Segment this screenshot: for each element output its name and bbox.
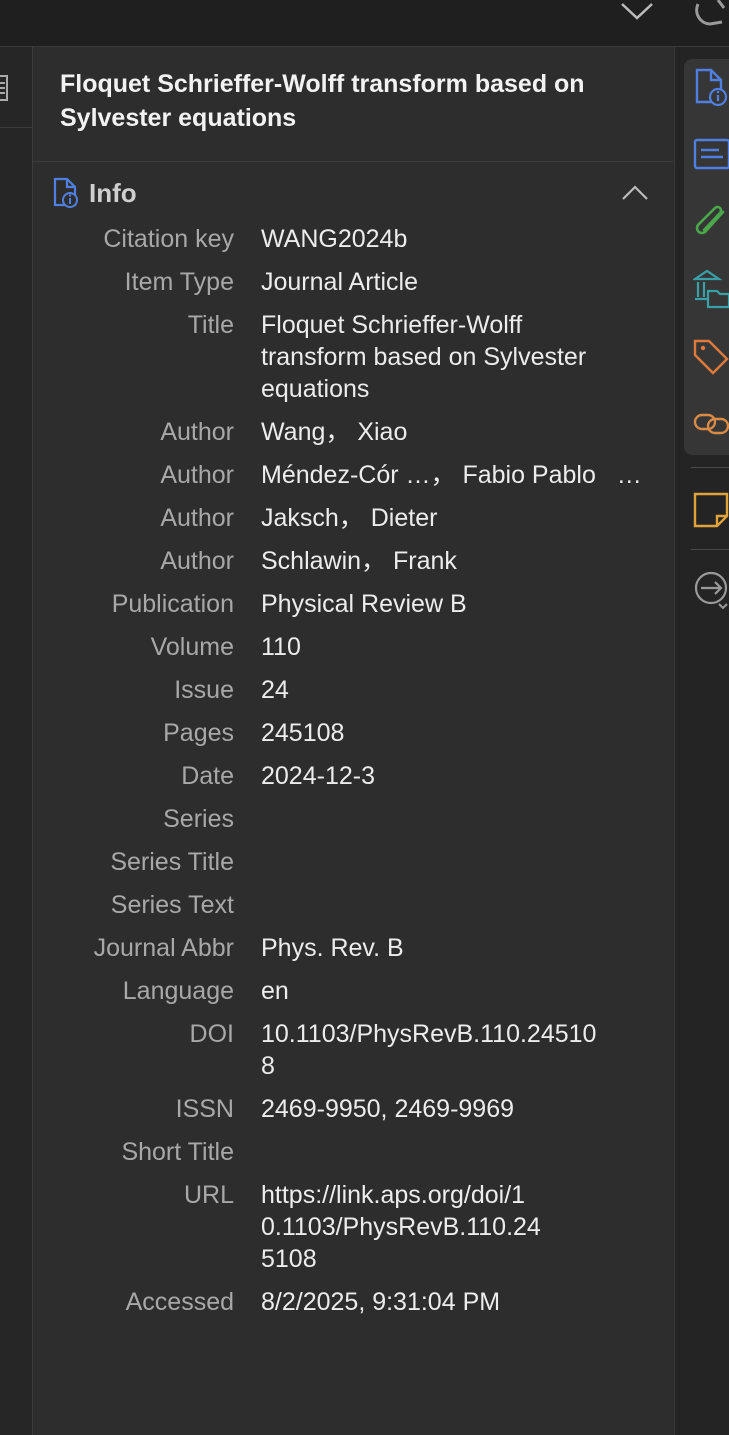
field-row-series-title: Series Title [33, 846, 673, 878]
item-header: Floquet Schrieffer-Wolff transform based… [33, 47, 673, 162]
sidenav-divider [691, 549, 729, 550]
field-row-citation-key: Citation key WANG2024b [33, 223, 673, 255]
field-row-author: Author Jaksch， Dieter [33, 502, 673, 534]
item-title-header[interactable]: Floquet Schrieffer-Wolff transform based… [60, 67, 650, 135]
field-label[interactable]: Author [33, 416, 234, 448]
field-value[interactable]: 2469-9950, 2469-9969 [261, 1093, 651, 1125]
field-row-accessed: Accessed 8/2/2025, 9:31:04 PM [33, 1286, 673, 1318]
field-value[interactable]: WANG2024b [261, 223, 601, 255]
field-row-journal-abbr: Journal Abbr Phys. Rev. B [33, 932, 673, 964]
url-value[interactable]: https://link.aps.org/doi/10.1103/PhysRev… [261, 1179, 541, 1275]
doi-value[interactable]: 10.1103/PhysRevB.110.245108 [261, 1018, 601, 1082]
abstract-icon[interactable] [693, 138, 729, 172]
field-row-publication: Publication Physical Review B [33, 588, 673, 620]
field-value[interactable]: 2024-12-3 [261, 760, 601, 792]
field-label: ISSN [175, 1095, 234, 1123]
field-label: Publication [111, 590, 234, 618]
info-section-header[interactable]: Info [33, 161, 673, 221]
libraries-collections-icon[interactable] [693, 269, 729, 311]
field-row-item-type: Item Type Journal Article [33, 266, 673, 298]
field-row-issue: Issue 24 [33, 674, 673, 706]
field-label: Accessed [125, 1288, 234, 1316]
field-value[interactable] [261, 846, 601, 878]
field-row-short-title: Short Title [33, 1136, 673, 1168]
field-value[interactable] [261, 889, 601, 921]
field-value[interactable]: Physical Review B [261, 588, 601, 620]
field-row-issn: ISSN 2469-9950, 2469-9969 [33, 1093, 673, 1125]
field-label: Journal Abbr [93, 934, 234, 962]
chevron-up-icon[interactable] [621, 185, 649, 201]
field-label: Series [163, 805, 234, 833]
field-label: Issue [174, 676, 234, 704]
info-fields: Citation key WANG2024b Item Type Journal… [33, 223, 673, 1329]
field-label: Citation key [103, 225, 234, 253]
field-label: Title [187, 311, 234, 339]
field-label[interactable]: Author [33, 545, 234, 577]
field-row-author: Author Méndez-Cór …， Fabio Pablo … [33, 459, 673, 491]
field-label: Series Text [110, 891, 234, 919]
field-row-url: URL https://link.aps.org/doi/10.1103/Phy… [33, 1179, 673, 1275]
author-name[interactable]: Schlawin， Frank [261, 545, 601, 577]
field-value[interactable]: 24 [261, 674, 601, 706]
sync-icon[interactable] [692, 0, 729, 30]
field-value[interactable]: 110 [261, 631, 601, 663]
field-row-series: Series [33, 803, 673, 835]
field-row-volume: Volume 110 [33, 631, 673, 663]
sidenav [674, 47, 729, 1435]
locate-icon[interactable] [693, 570, 729, 610]
field-value[interactable] [261, 1136, 601, 1168]
info-section-label: Info [89, 178, 137, 208]
sidenav-section-group [684, 59, 729, 455]
author-name[interactable]: Méndez-Cór …， Fabio Pablo … [261, 459, 651, 491]
author-name[interactable]: Jaksch， Dieter [261, 502, 601, 534]
field-row-author: Author Schlawin， Frank [33, 545, 673, 577]
window-toolbar [0, 0, 729, 47]
field-row-language: Language en [33, 975, 673, 1007]
field-value[interactable]: 8/2/2025, 9:31:04 PM [261, 1286, 651, 1318]
field-row-author: Author Wang， Xiao [33, 416, 673, 448]
item-pane: Floquet Schrieffer-Wolff transform based… [33, 47, 673, 1435]
field-label: Pages [163, 719, 234, 747]
field-row-doi: DOI 10.1103/PhysRevB.110.245108 [33, 1018, 673, 1082]
field-label: Short Title [121, 1138, 234, 1166]
field-row-pages: Pages 245108 [33, 717, 673, 749]
notes-icon[interactable] [693, 490, 729, 530]
field-value[interactable]: en [261, 975, 601, 1007]
chevron-down-icon[interactable] [619, 0, 655, 22]
item-type-select[interactable]: Journal Article [261, 266, 601, 298]
field-row-title: Title Floquet Schrieffer-Wolff transform… [33, 309, 673, 405]
author-name[interactable]: Wang， Xiao [261, 416, 601, 448]
sidenav-divider [691, 467, 729, 468]
field-label: DOI [189, 1020, 234, 1048]
field-label: Series Title [110, 848, 234, 876]
field-label[interactable]: Author [33, 502, 234, 534]
field-value[interactable]: Phys. Rev. B [261, 932, 601, 964]
pane-handle-icon[interactable] [0, 75, 10, 103]
tags-icon[interactable] [693, 337, 729, 375]
field-label: Item Type [124, 268, 234, 296]
info-document-icon [53, 177, 78, 208]
field-value[interactable] [261, 803, 601, 835]
field-label: URL [183, 1181, 234, 1209]
info-icon[interactable] [693, 68, 729, 108]
items-pane-edge [0, 47, 33, 1435]
field-label: Date [181, 762, 234, 790]
attachments-icon[interactable] [693, 204, 729, 242]
field-row-date: Date 2024-12-3 [33, 760, 673, 792]
field-row-series-text: Series Text [33, 889, 673, 921]
field-label[interactable]: Author [33, 459, 234, 491]
field-label: Language [122, 977, 234, 1005]
field-value[interactable]: 245108 [261, 717, 601, 749]
field-label: Volume [150, 633, 234, 661]
field-value[interactable]: Floquet Schrieffer-Wolff transform based… [261, 309, 601, 405]
related-icon[interactable] [693, 409, 729, 437]
